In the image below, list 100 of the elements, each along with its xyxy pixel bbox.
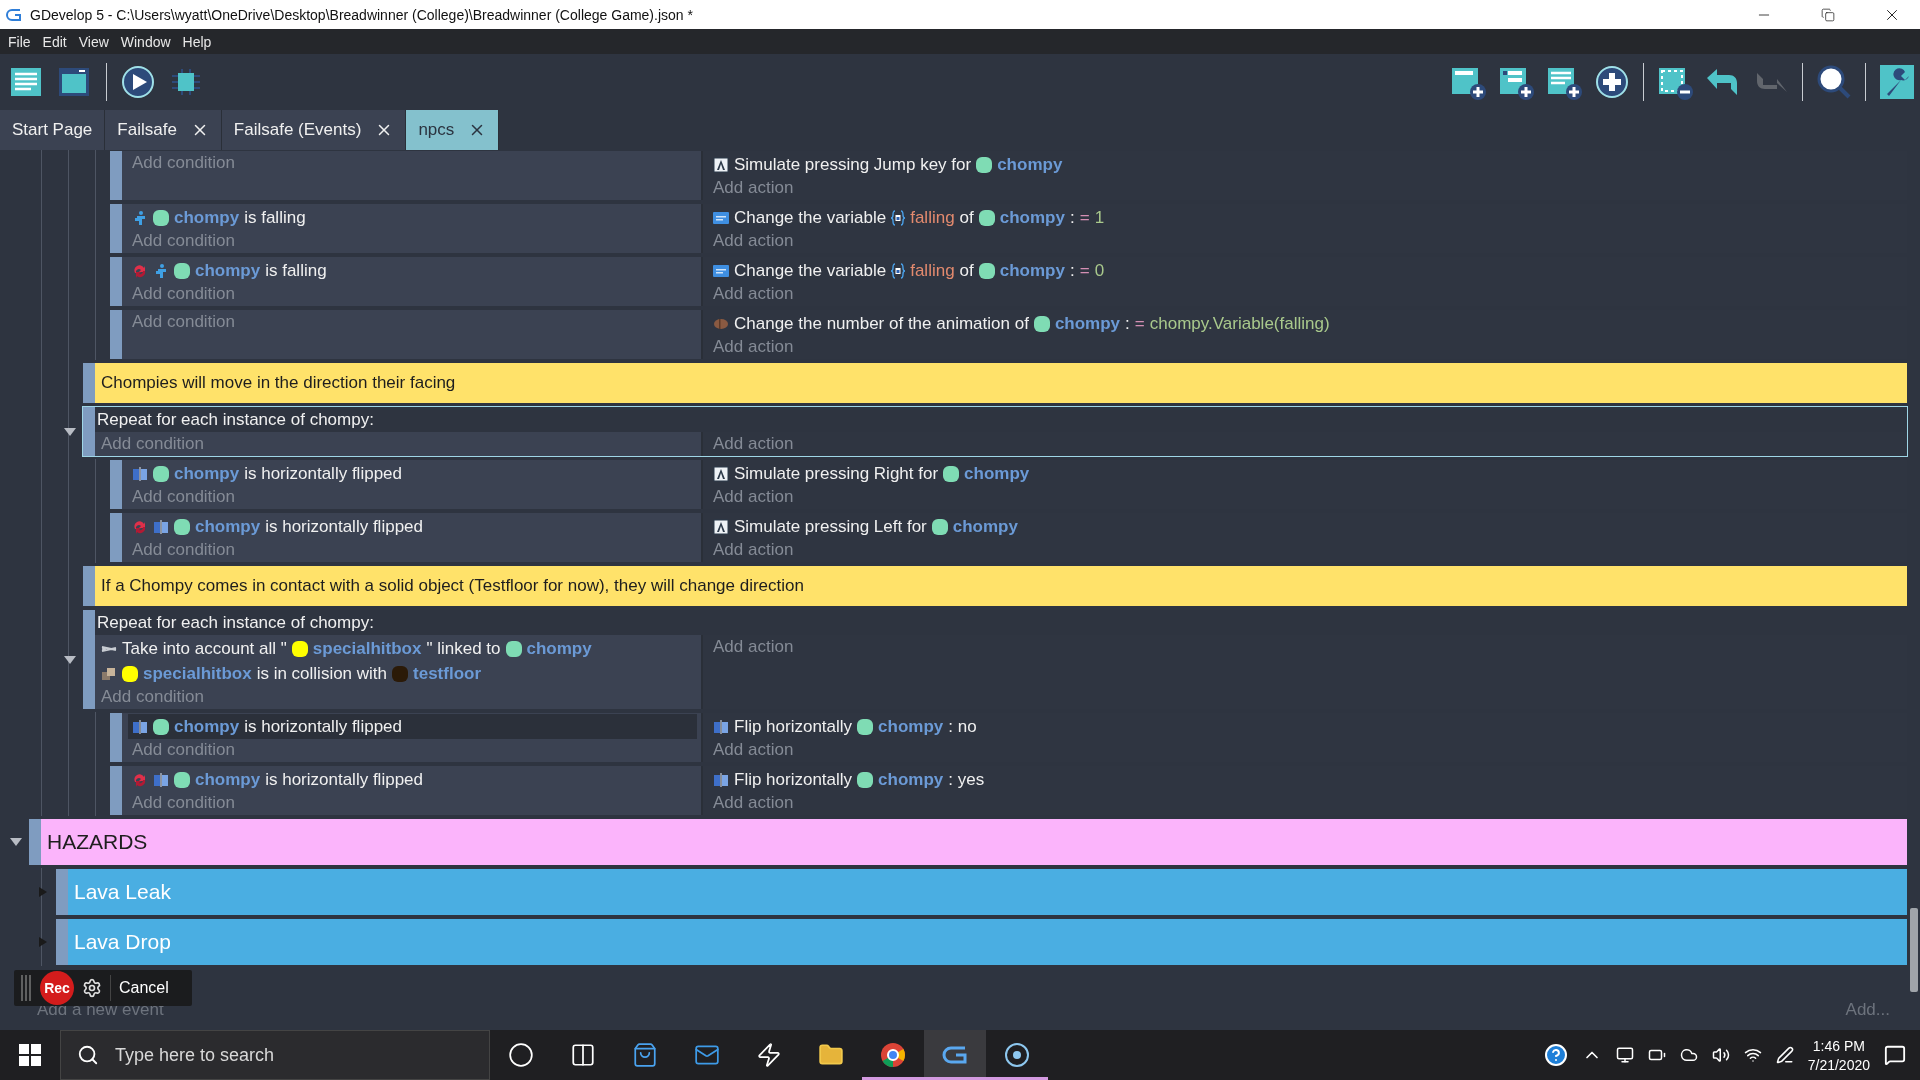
comment-text: If a Chompy comes in contact with a solid object (Testfloor for now), they will change direction [95,566,1907,606]
menu-item[interactable]: View [72,33,115,50]
menu-item[interactable]: File [2,33,37,50]
variable-icon [713,262,729,279]
action-row[interactable]: Simulate pressing Right for chompy [709,461,1901,486]
object-name: chompy [964,463,1030,484]
add-action-link[interactable]: Add action [709,486,798,508]
help-icon[interactable] [1543,1043,1568,1067]
app-logo-icon [6,6,22,23]
add-action-link[interactable]: Add action [709,539,798,561]
object-name: chompy [997,154,1063,175]
tab[interactable]: npcs [406,110,500,150]
instruction-text: : [1069,207,1075,228]
add-action-link[interactable]: Add action [709,739,798,761]
action-row[interactable]: Change the number of the animation of chompy : = chompy.Variable(falling) [709,311,1901,336]
toolbar-button[interactable] [1593,63,1631,101]
object-name: chompy [526,638,592,659]
instruction-text: is horizontally flipped [244,716,402,737]
tab[interactable]: Failsafe [105,110,222,150]
ring-icon [1004,1042,1030,1068]
monitor-icon[interactable] [1615,1046,1634,1064]
condition-row[interactable]: chompy is falling [128,258,697,283]
volume-icon[interactable] [1711,1046,1730,1064]
bolt-icon [756,1042,782,1068]
variable-name: falling [910,207,955,228]
instruction-text: Simulate pressing Right for [734,463,939,484]
toolbar-button[interactable] [119,63,157,101]
pen-icon[interactable] [1775,1046,1794,1064]
condition-row[interactable]: chompy is horizontally flipped [128,767,697,792]
windows-icon [19,1044,41,1066]
key-icon [713,518,729,535]
cloud-icon[interactable] [1679,1046,1698,1064]
action-row[interactable]: Change the variable falling of chompy : = 0 [709,258,1901,283]
object-name: chompy [195,769,261,790]
cancel-button[interactable]: Cancel [110,975,177,1001]
action-row[interactable]: Simulate pressing Jump key for chompy [709,152,1901,177]
record-button[interactable]: Rec [40,971,74,1005]
group-title: Lava Drop [68,919,1907,965]
menu-item[interactable]: Edit [36,33,73,50]
action-row[interactable]: Flip horizontally chompy : yes [709,767,1901,792]
restore-icon[interactable] [1821,7,1835,22]
flip-icon [713,718,729,735]
object-name: chompy [195,516,261,537]
search-box[interactable]: Type here to search [60,1030,490,1080]
notification-icon[interactable] [1884,1044,1906,1066]
variable-scope-icon [891,262,906,279]
condition-row[interactable]: chompy is horizontally flipped [128,714,697,739]
invert-icon [132,262,148,279]
condition-row[interactable]: specialhitbox is in collision with testfloor [97,661,697,686]
collapse-arrow[interactable] [10,837,22,847]
settings-icon[interactable] [82,978,102,998]
flip-icon [713,771,729,788]
clock-date[interactable]: 7/21/2020 [1807,1056,1870,1073]
instruction-text: : yes [948,769,985,790]
value-text: 1 [1094,207,1105,228]
toolbar-button[interactable] [1815,63,1853,101]
instruction-text: : [1069,260,1075,281]
menu-item[interactable]: Window [114,33,177,50]
object-name: testfloor [413,663,482,684]
instruction-text: is falling [265,260,327,281]
toolbar-button[interactable] [1878,63,1916,101]
condition-row[interactable]: chompy is horizontally flipped [128,514,697,539]
value-text: chompy.Variable(falling) [1149,313,1330,334]
action-row[interactable]: Flip horizontally chompy : no [709,714,1901,739]
add-action-link[interactable]: Add action [709,283,798,305]
add-action-link[interactable]: Add action [709,792,798,814]
add-action-link[interactable]: Add action [709,433,798,455]
cortana-icon [508,1042,534,1068]
object-name: specialhitbox [143,663,252,684]
add-action-link[interactable]: Add action [709,336,798,358]
tab[interactable]: Failsafe (Events) [221,110,407,150]
figure-icon [132,209,148,226]
collapse-arrow[interactable] [64,426,76,437]
add-action-link[interactable]: Add action [709,636,798,658]
tab[interactable]: Start Page [0,110,106,150]
value-text: 0 [1094,260,1105,281]
operator-text: = [1079,260,1090,281]
instruction-text: Change the variable [734,260,887,281]
clock-time[interactable]: 1:46 PM [1812,1037,1865,1054]
collapse-arrow[interactable] [64,654,76,665]
instruction-text: : no [948,716,977,737]
menu-item[interactable]: Help [176,33,218,50]
condition-row[interactable]: chompy is falling [128,205,697,230]
add-action-link[interactable]: Add action [709,230,798,252]
operator-text: = [1079,207,1090,228]
search-field[interactable]: Type here to search [113,1043,489,1067]
condition-row[interactable]: chompy is horizontally flipped [128,461,697,486]
instruction-text: Change the number of the animation of [734,313,1029,334]
wifi-icon[interactable] [1743,1046,1762,1064]
drag-handle-icon[interactable] [20,975,32,1001]
object-name: chompy [174,207,240,228]
task-view-icon [570,1042,596,1068]
action-row[interactable]: Simulate pressing Left for chompy [709,514,1901,539]
mail-icon [694,1042,720,1068]
condition-row[interactable]: Take into account all " specialhitbox " linked to chompy [97,636,697,661]
add-action-link[interactable]: Add action [709,177,798,199]
variable-scope-icon [891,209,906,226]
variable-name: falling [910,260,955,281]
invert-icon [132,518,148,535]
action-row[interactable]: Change the variable falling of chompy : = 1 [709,205,1901,230]
